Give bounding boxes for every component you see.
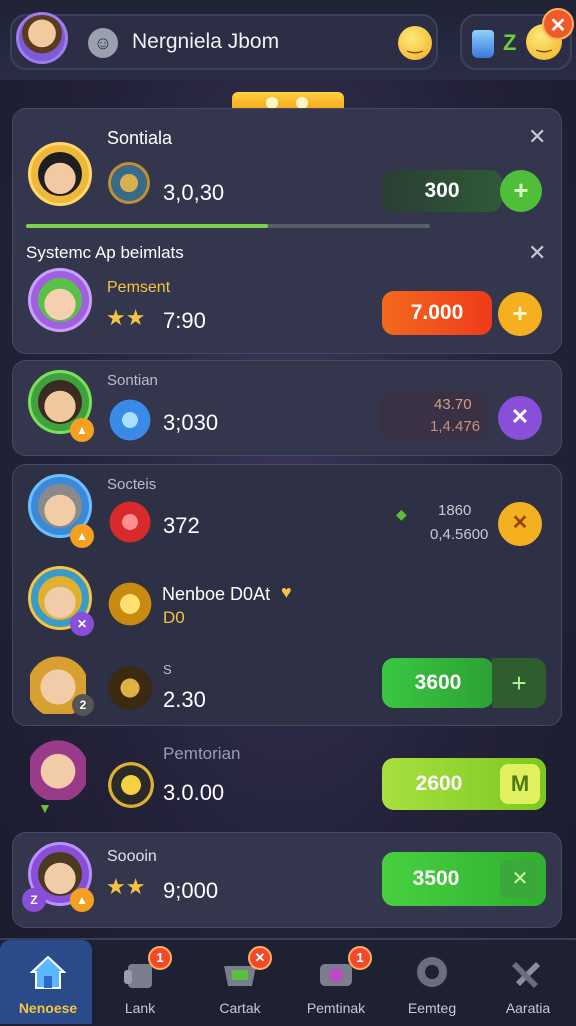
rank-badge-icon: ▲ (70, 888, 94, 912)
notification-badge: 1 (348, 946, 372, 970)
notification-badge: 1 (148, 946, 172, 970)
nav-item-cart[interactable]: ✕ Cartak (192, 938, 288, 1024)
player-avatar[interactable] (16, 12, 68, 64)
remove-button[interactable]: ✕ (498, 396, 542, 440)
close-icon[interactable]: ✕ (542, 8, 574, 40)
gear-icon (412, 952, 452, 992)
class-badge-icon: Z (22, 888, 46, 912)
star-icon: ★★ (106, 874, 146, 899)
progress-fill (26, 224, 268, 228)
plus-button[interactable]: + (492, 658, 546, 708)
panel2-value: 7:90 (163, 308, 206, 333)
crown-icon (106, 582, 154, 626)
character-face (38, 380, 82, 424)
ghost-icon: ☺ (88, 28, 118, 58)
item-value: 372 (163, 513, 200, 538)
item-subtitle: Soooin (107, 848, 157, 865)
character-face (38, 152, 82, 196)
home-icon (28, 952, 68, 992)
medal-icon (108, 666, 152, 710)
item-value: 3;030 (163, 410, 219, 435)
nav-item-home[interactable]: Nenoese (0, 938, 96, 1024)
item-sub: D0 (163, 608, 185, 627)
nav-label: Nenoese (18, 1000, 78, 1016)
ruby-icon (108, 500, 152, 544)
notification-badge: ✕ (248, 946, 272, 970)
gem-icon (108, 398, 152, 442)
upgrade-button[interactable]: ✕ (498, 502, 542, 546)
item-subtitle: Sontian (107, 372, 158, 389)
heart-icon: ♥ (281, 582, 292, 602)
nav-label: Lank (124, 1000, 156, 1016)
rank-badge-icon: ▲ (70, 418, 94, 442)
coins-icon (108, 162, 150, 204)
item-subtitle: Pemtorian (163, 744, 241, 763)
tools-icon (508, 952, 548, 992)
z-icon: Z (503, 30, 517, 55)
section-title: Systemc Ap beimlats (26, 243, 184, 262)
nav-item-rank[interactable]: 1 Lank (92, 938, 188, 1024)
item-title: Nenboe D0At (162, 584, 271, 604)
close-icon[interactable]: ✕ (528, 240, 546, 266)
buy-button[interactable]: 7.000 (382, 291, 492, 335)
badge-icon: 2 (72, 694, 94, 716)
class-badge-icon: ✕ (70, 612, 94, 636)
nav-item-settings[interactable]: Eemteg (384, 938, 480, 1024)
nav-label: Eemteg (407, 1000, 457, 1016)
star-icon: ★★ (106, 305, 146, 330)
plus-button[interactable]: + (498, 292, 542, 336)
item-value: 3.0.00 (163, 780, 225, 805)
panel2-subtitle: Pemsent (107, 279, 171, 296)
close-icon[interactable]: ✕ (528, 124, 546, 150)
nav-item-tools[interactable]: Aaratia (480, 938, 576, 1024)
collect-button[interactable]: 300 (382, 170, 502, 212)
price-bottom: 1,4.476 (430, 418, 481, 435)
item-subtitle: Socteis (107, 476, 157, 493)
nav-label: Pemtinak (306, 1000, 366, 1016)
buy-button[interactable]: 3600 (382, 658, 494, 708)
down-arrow-icon: ▼ (38, 800, 52, 816)
price-top: 43.70 (434, 396, 472, 413)
item-value: 2.30 (163, 687, 206, 712)
plus-button[interactable]: + (500, 170, 542, 212)
rank-badge-icon: ▲ (70, 524, 94, 548)
item-subtitle: S (163, 662, 172, 677)
check-icon[interactable]: M (500, 764, 540, 804)
item-value: 9;000 (163, 878, 219, 903)
character-face (38, 278, 82, 322)
bottle-icon (472, 30, 494, 58)
panel1-value: 3,0,30 (163, 180, 225, 205)
check-icon[interactable]: ✕ (500, 860, 540, 898)
nav-item-camera[interactable]: 1 Pemtinak (288, 938, 384, 1024)
nav-label: Aaratia (505, 1000, 551, 1016)
character-face (38, 484, 82, 528)
nav-label: Cartak (219, 1000, 261, 1016)
character-avatar[interactable] (30, 736, 86, 800)
player-name: Nergniela Jbom (132, 30, 280, 53)
arrow-icon: ◆ (396, 506, 407, 522)
smiley-icon[interactable]: ‿ (398, 26, 432, 60)
price-bottom: 0,4.5600 (430, 526, 489, 543)
trophy-icon (108, 762, 154, 808)
panel-title: Sontiala (107, 128, 173, 148)
price-top: 1860 (438, 502, 472, 519)
